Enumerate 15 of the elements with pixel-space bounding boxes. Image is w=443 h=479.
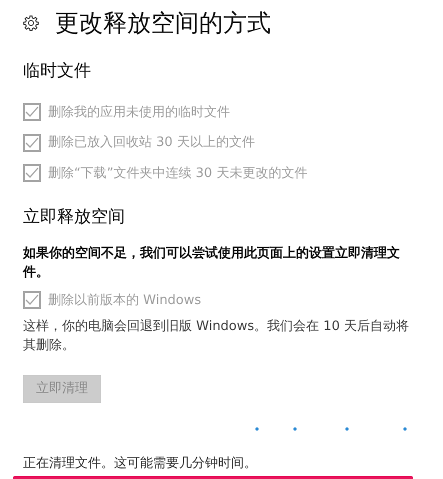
- checkmark-icon: [25, 294, 39, 306]
- description-text: 如果你的空间不足，我们可以尝试使用此页面上的设置立即清理文件。: [23, 244, 401, 282]
- note-text: 这样，你的电脑会回退到旧版 Windows。我们会在 10 天后自动将其删除。: [23, 318, 410, 355]
- checkbox-label: 删除已放入回收站 30 天以上的文件: [48, 134, 255, 152]
- section-heading: 临时文件: [23, 60, 92, 83]
- settings-icon: [23, 15, 39, 31]
- checkbox-label: 删除“下载”文件夹中连续 30 天未更改的文件: [48, 164, 308, 182]
- section-heading: 立即释放空间: [23, 206, 126, 229]
- checkmark-icon: [25, 106, 39, 118]
- status-text: 正在清理文件。这可能需要几分钟时间。: [23, 455, 258, 473]
- checkmark-icon: [25, 167, 39, 180]
- checkbox-label: 删除我的应用未使用的临时文件: [48, 104, 230, 122]
- checkbox-label: 删除以前版本的 Windows: [48, 292, 202, 310]
- checkmark-icon: [25, 136, 39, 149]
- page-title: 更改释放空间的方式: [55, 8, 271, 39]
